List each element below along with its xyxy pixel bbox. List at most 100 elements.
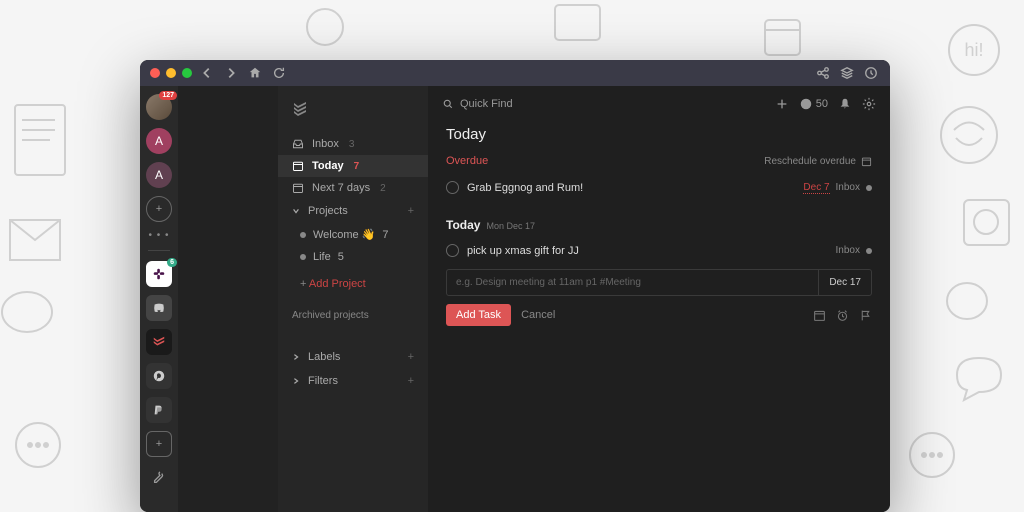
search-placeholder: Quick Find — [460, 98, 513, 110]
add-task-input-row: Dec 17 — [446, 269, 872, 296]
labels-label: Labels — [308, 351, 340, 363]
collapsed-panel — [178, 86, 278, 512]
sidebar-today[interactable]: Today 7 — [278, 155, 428, 177]
chevron-right-icon — [292, 353, 300, 361]
app-window: 127 A A + • • • 6 + Inbox 3 Today — [140, 60, 890, 512]
history-button[interactable] — [862, 64, 880, 82]
next7-count: 2 — [380, 183, 386, 194]
search-icon — [442, 98, 454, 110]
project-life[interactable]: Life 5 — [278, 246, 428, 268]
search-input[interactable]: Quick Find — [442, 98, 765, 110]
workspace-a2[interactable]: A — [146, 162, 172, 188]
inbox-count: 3 — [349, 139, 355, 150]
sidebar-inbox[interactable]: Inbox 3 — [278, 133, 428, 155]
reminder-icon[interactable] — [836, 309, 849, 322]
paypal-app-icon[interactable] — [146, 397, 172, 423]
add-label-icon[interactable]: + — [408, 351, 414, 363]
notifications-button[interactable] — [838, 97, 852, 111]
sidebar: Inbox 3 Today 7 Next 7 days 2 Projects +… — [278, 86, 428, 512]
karma-button[interactable]: 50 — [799, 97, 828, 111]
add-app-button[interactable]: + — [146, 431, 172, 457]
project-name: Welcome 👋 — [313, 228, 375, 241]
add-task-button[interactable]: Add Task — [446, 304, 511, 326]
nav-forward-button[interactable] — [222, 64, 240, 82]
overdue-label: Overdue — [446, 155, 488, 167]
home-button[interactable] — [246, 64, 264, 82]
cancel-button[interactable]: Cancel — [521, 309, 555, 321]
add-workspace-button[interactable]: + — [146, 196, 172, 222]
workspace-a1[interactable]: A — [146, 128, 172, 154]
maximize-dot[interactable] — [182, 68, 192, 78]
rail-separator — [148, 250, 170, 251]
task-title: pick up xmas gift for JJ — [467, 245, 579, 257]
calendar-today-icon — [292, 160, 304, 172]
close-dot[interactable] — [150, 68, 160, 78]
next7-label: Next 7 days — [312, 182, 370, 194]
sidebar-next7[interactable]: Next 7 days 2 — [278, 177, 428, 199]
app-logo — [278, 96, 428, 133]
pinterest-app-icon[interactable] — [146, 363, 172, 389]
minimize-dot[interactable] — [166, 68, 176, 78]
projects-section[interactable]: Projects + — [278, 199, 428, 223]
topbar: Quick Find 50 — [428, 86, 890, 122]
task-project: Inbox — [836, 182, 860, 193]
karma-count: 50 — [816, 98, 828, 110]
reschedule-button[interactable]: Reschedule overdue — [764, 156, 872, 167]
chevron-right-icon — [292, 377, 300, 385]
settings-wrench-icon[interactable] — [146, 465, 172, 491]
project-dot — [300, 232, 306, 238]
today-label: Today — [312, 160, 344, 172]
filters-section[interactable]: Filters + — [278, 369, 428, 393]
filters-label: Filters — [308, 375, 338, 387]
inbox-label: Inbox — [312, 138, 339, 150]
flag-icon[interactable] — [859, 309, 872, 322]
todoist-app-icon[interactable] — [146, 329, 172, 355]
notification-badge: 127 — [159, 91, 177, 100]
task-date[interactable]: Dec 7 — [803, 182, 829, 194]
main-area: Quick Find 50 Today Overdue Reschedule o… — [428, 86, 890, 512]
task-row[interactable]: pick up xmas gift for JJ Inbox — [446, 238, 872, 263]
add-project-button[interactable]: + Add Project — [278, 272, 428, 296]
today-header-label: Today — [446, 218, 480, 232]
share-button[interactable] — [814, 64, 832, 82]
slack-badge: 6 — [167, 258, 177, 267]
page-title: Today — [446, 126, 872, 143]
add-filter-icon[interactable]: + — [408, 375, 414, 387]
project-dot-icon — [866, 248, 872, 254]
nav-back-button[interactable] — [198, 64, 216, 82]
workspace-avatar[interactable]: 127 — [146, 94, 172, 120]
more-workspaces[interactable]: • • • — [146, 230, 172, 240]
inbox-icon — [292, 138, 304, 150]
discord-app-icon[interactable] — [146, 295, 172, 321]
project-dot — [300, 254, 306, 260]
task-checkbox[interactable] — [446, 244, 459, 257]
task-project: Inbox — [836, 245, 860, 256]
settings-button[interactable] — [862, 97, 876, 111]
project-name: Life — [313, 251, 331, 263]
calendar-icon — [861, 156, 872, 167]
project-dot-icon — [866, 185, 872, 191]
date-picker-button[interactable]: Dec 17 — [818, 270, 871, 295]
calendar-week-icon — [292, 182, 304, 194]
project-count: 5 — [338, 251, 344, 263]
task-row[interactable]: Grab Eggnog and Rum! Dec 7 Inbox — [446, 175, 872, 200]
content: Today Overdue Reschedule overdue Grab Eg… — [428, 122, 890, 512]
svg-text:hi!: hi! — [964, 40, 983, 60]
task-title: Grab Eggnog and Rum! — [467, 182, 583, 194]
project-icon[interactable] — [813, 309, 826, 322]
add-project-icon[interactable]: + — [408, 205, 414, 217]
layers-button[interactable] — [838, 64, 856, 82]
today-section-header: Today Mon Dec 17 — [446, 218, 872, 232]
archived-label[interactable]: Archived projects — [278, 304, 428, 327]
project-welcome[interactable]: Welcome 👋 7 — [278, 223, 428, 246]
reload-button[interactable] — [270, 64, 288, 82]
project-count: 7 — [382, 229, 388, 241]
quick-add-button[interactable] — [775, 97, 789, 111]
add-task-input[interactable] — [447, 270, 818, 295]
today-header-date: Mon Dec 17 — [486, 221, 535, 231]
traffic-lights[interactable] — [150, 68, 192, 78]
labels-section[interactable]: Labels + — [278, 345, 428, 369]
today-count: 7 — [354, 161, 360, 172]
slack-app-icon[interactable]: 6 — [146, 261, 172, 287]
task-checkbox[interactable] — [446, 181, 459, 194]
